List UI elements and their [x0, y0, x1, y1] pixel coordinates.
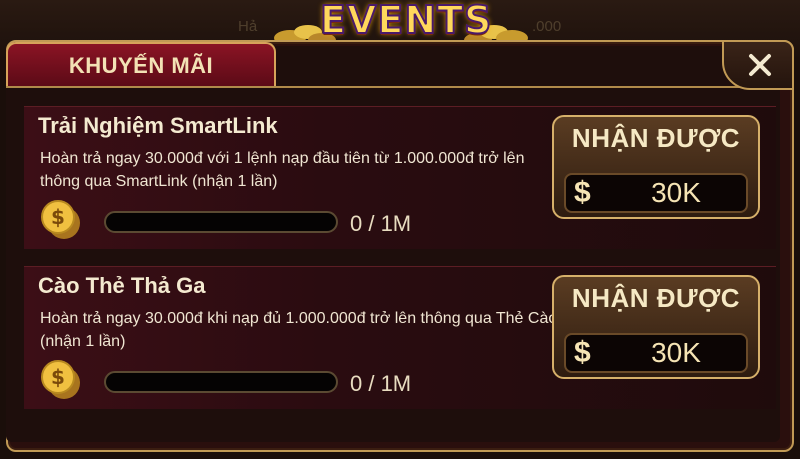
reward-value-box: $ 30K: [564, 173, 748, 213]
reward-value-box: $ 30K: [564, 333, 748, 373]
reward-value: 30K: [651, 337, 701, 368]
progress-text: 0 / 1M: [350, 371, 412, 396]
close-button[interactable]: [722, 40, 794, 90]
promotion-description: Hoàn trả ngay 30.000đ với 1 lệnh nạp đầu…: [40, 150, 525, 190]
promotion-card: Cào Thẻ Thả Ga Hoàn trả ngay 30.000đ khi…: [24, 266, 776, 409]
svg-text:$: $: [51, 205, 65, 229]
reward-value: 30K: [651, 177, 701, 208]
close-icon: [749, 54, 771, 76]
dollar-coin-icon: $: [41, 360, 80, 399]
progress-bar: [104, 211, 338, 233]
promotion-title: Cào Thẻ Thả Ga: [38, 273, 206, 298]
tab-divider: [6, 86, 794, 88]
svg-text:$: $: [51, 365, 65, 389]
claim-reward-button[interactable]: NHẬN ĐƯỢC $ 30K: [552, 275, 760, 379]
promotion-description: Hoàn trả ngay 30.000đ khi nạp đủ 1.000.0…: [40, 310, 558, 350]
promotion-title: Trải Nghiệm SmartLink: [38, 113, 278, 138]
claim-reward-button[interactable]: NHẬN ĐƯỢC $ 30K: [552, 115, 760, 219]
header-faded-left: Hả: [238, 18, 258, 35]
progress-text: 0 / 1M: [350, 211, 412, 236]
reward-label: NHẬN ĐƯỢC: [571, 283, 741, 313]
progress-bar: [104, 371, 338, 393]
tab-khuyen-mai[interactable]: KHUYẾN MÃI: [6, 42, 276, 88]
dollar-sign-icon: $: [574, 336, 591, 369]
dollar-sign-icon: $: [574, 176, 591, 209]
promotion-card: Trải Nghiệm SmartLink Hoàn trả ngay 30.0…: [24, 106, 776, 249]
events-title: EVENTS: [319, 0, 493, 43]
dollar-coin-icon: $: [41, 200, 80, 239]
reward-label: NHẬN ĐƯỢC: [571, 123, 741, 153]
